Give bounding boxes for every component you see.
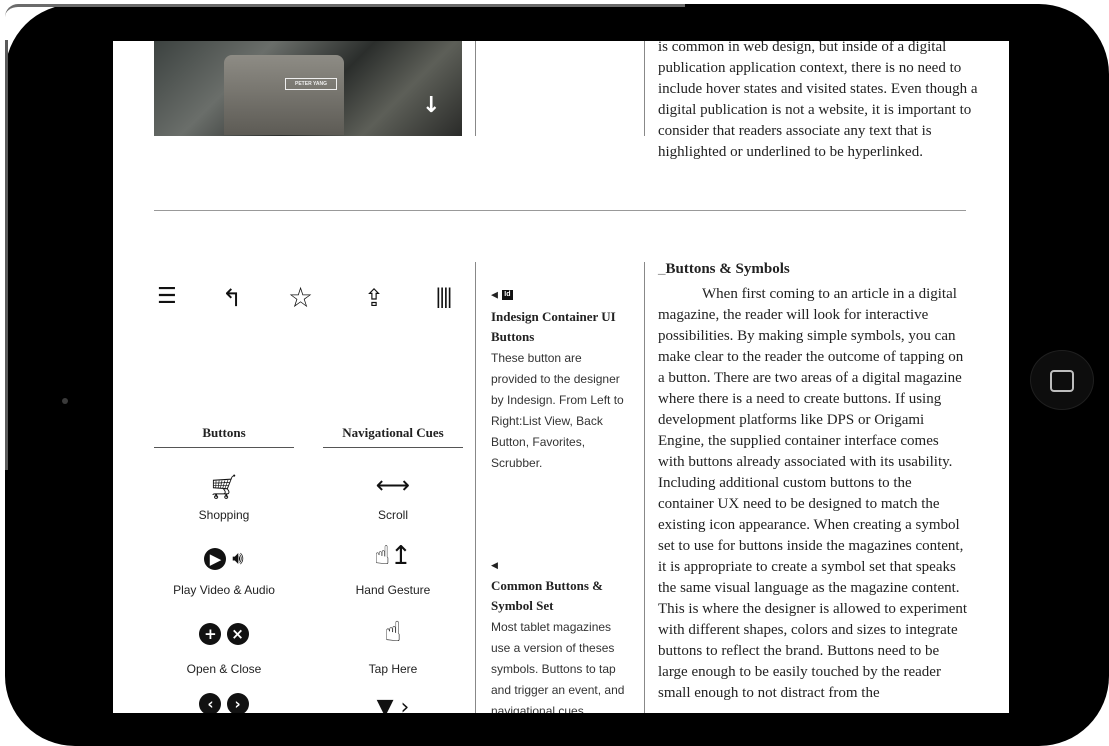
section-divider: [154, 210, 966, 211]
shopping-label: Shopping: [198, 508, 250, 522]
play-label: Play Video & Audio: [173, 583, 275, 597]
indesign-badge: Id: [501, 290, 513, 300]
swipe-cue-icon: ▼ ›: [376, 695, 410, 713]
note2-title: Common Buttons & Symbol Set: [491, 578, 603, 613]
scroll-arrows-icon: ⟷: [375, 471, 411, 499]
article-paragraph: When first coming to an article in a dig…: [658, 286, 968, 701]
intro-paragraph: is common in web design, but inside of a…: [658, 41, 978, 160]
buttons-heading: Buttons: [202, 425, 246, 440]
note-marker: ◀ Id: [491, 290, 513, 301]
tap-here-label: Tap Here: [368, 662, 418, 676]
open-close-label: Open & Close: [186, 662, 262, 676]
magazine-screen[interactable]: PETER YANG ↓ is common in web design, bu…: [113, 41, 1009, 713]
title-text: Buttons & Symbols: [665, 261, 790, 277]
favorites-star-icon[interactable]: ☆: [288, 281, 313, 314]
note1-body: These button are provided to the designe…: [491, 351, 624, 470]
hand-gesture-label: Hand Gesture: [355, 583, 431, 597]
down-arrow-icon[interactable]: ↓: [422, 93, 440, 118]
note2-body: Most tablet magazines use a version of t…: [491, 620, 625, 713]
column-divider: [475, 41, 476, 136]
play-audio-icon[interactable]: ▶ 🔊︎: [154, 548, 294, 570]
scrubber-icon[interactable]: ||||: [435, 284, 453, 308]
share-icon[interactable]: ⇪: [364, 284, 384, 312]
back-icon[interactable]: ↰: [222, 284, 242, 312]
column-divider: [644, 41, 645, 136]
camera-dot: [62, 398, 68, 404]
photo-chair: [224, 55, 344, 135]
open-close-icon[interactable]: + ×: [154, 623, 294, 645]
photo-credit: PETER YANG: [285, 78, 337, 90]
frame-edge: [5, 40, 8, 470]
title-prefix: _: [658, 261, 666, 277]
note-marker: ◀: [491, 561, 498, 571]
column-divider: [644, 262, 645, 713]
heading-rule: [323, 447, 463, 448]
list-view-icon[interactable]: ☰: [157, 284, 177, 309]
scroll-label: Scroll: [377, 508, 408, 522]
article-title: _Buttons & Symbols: [658, 261, 790, 278]
heading-rule: [154, 447, 294, 448]
column-divider: [475, 262, 476, 713]
hand-gesture-icon: ☝↥: [374, 541, 412, 571]
article-photo: PETER YANG ↓: [154, 41, 462, 136]
home-button[interactable]: [1030, 350, 1094, 410]
prev-next-icon[interactable]: ‹ ›: [154, 693, 294, 713]
frame-highlight: [5, 4, 685, 17]
note1-title: Indesign Container UI Buttons: [491, 309, 616, 344]
square-icon: [1050, 370, 1074, 392]
shopping-cart-icon[interactable]: 🛒︎: [154, 473, 294, 501]
nav-cues-heading: Navigational Cues: [342, 425, 444, 440]
tap-here-icon: ☝: [384, 615, 402, 648]
